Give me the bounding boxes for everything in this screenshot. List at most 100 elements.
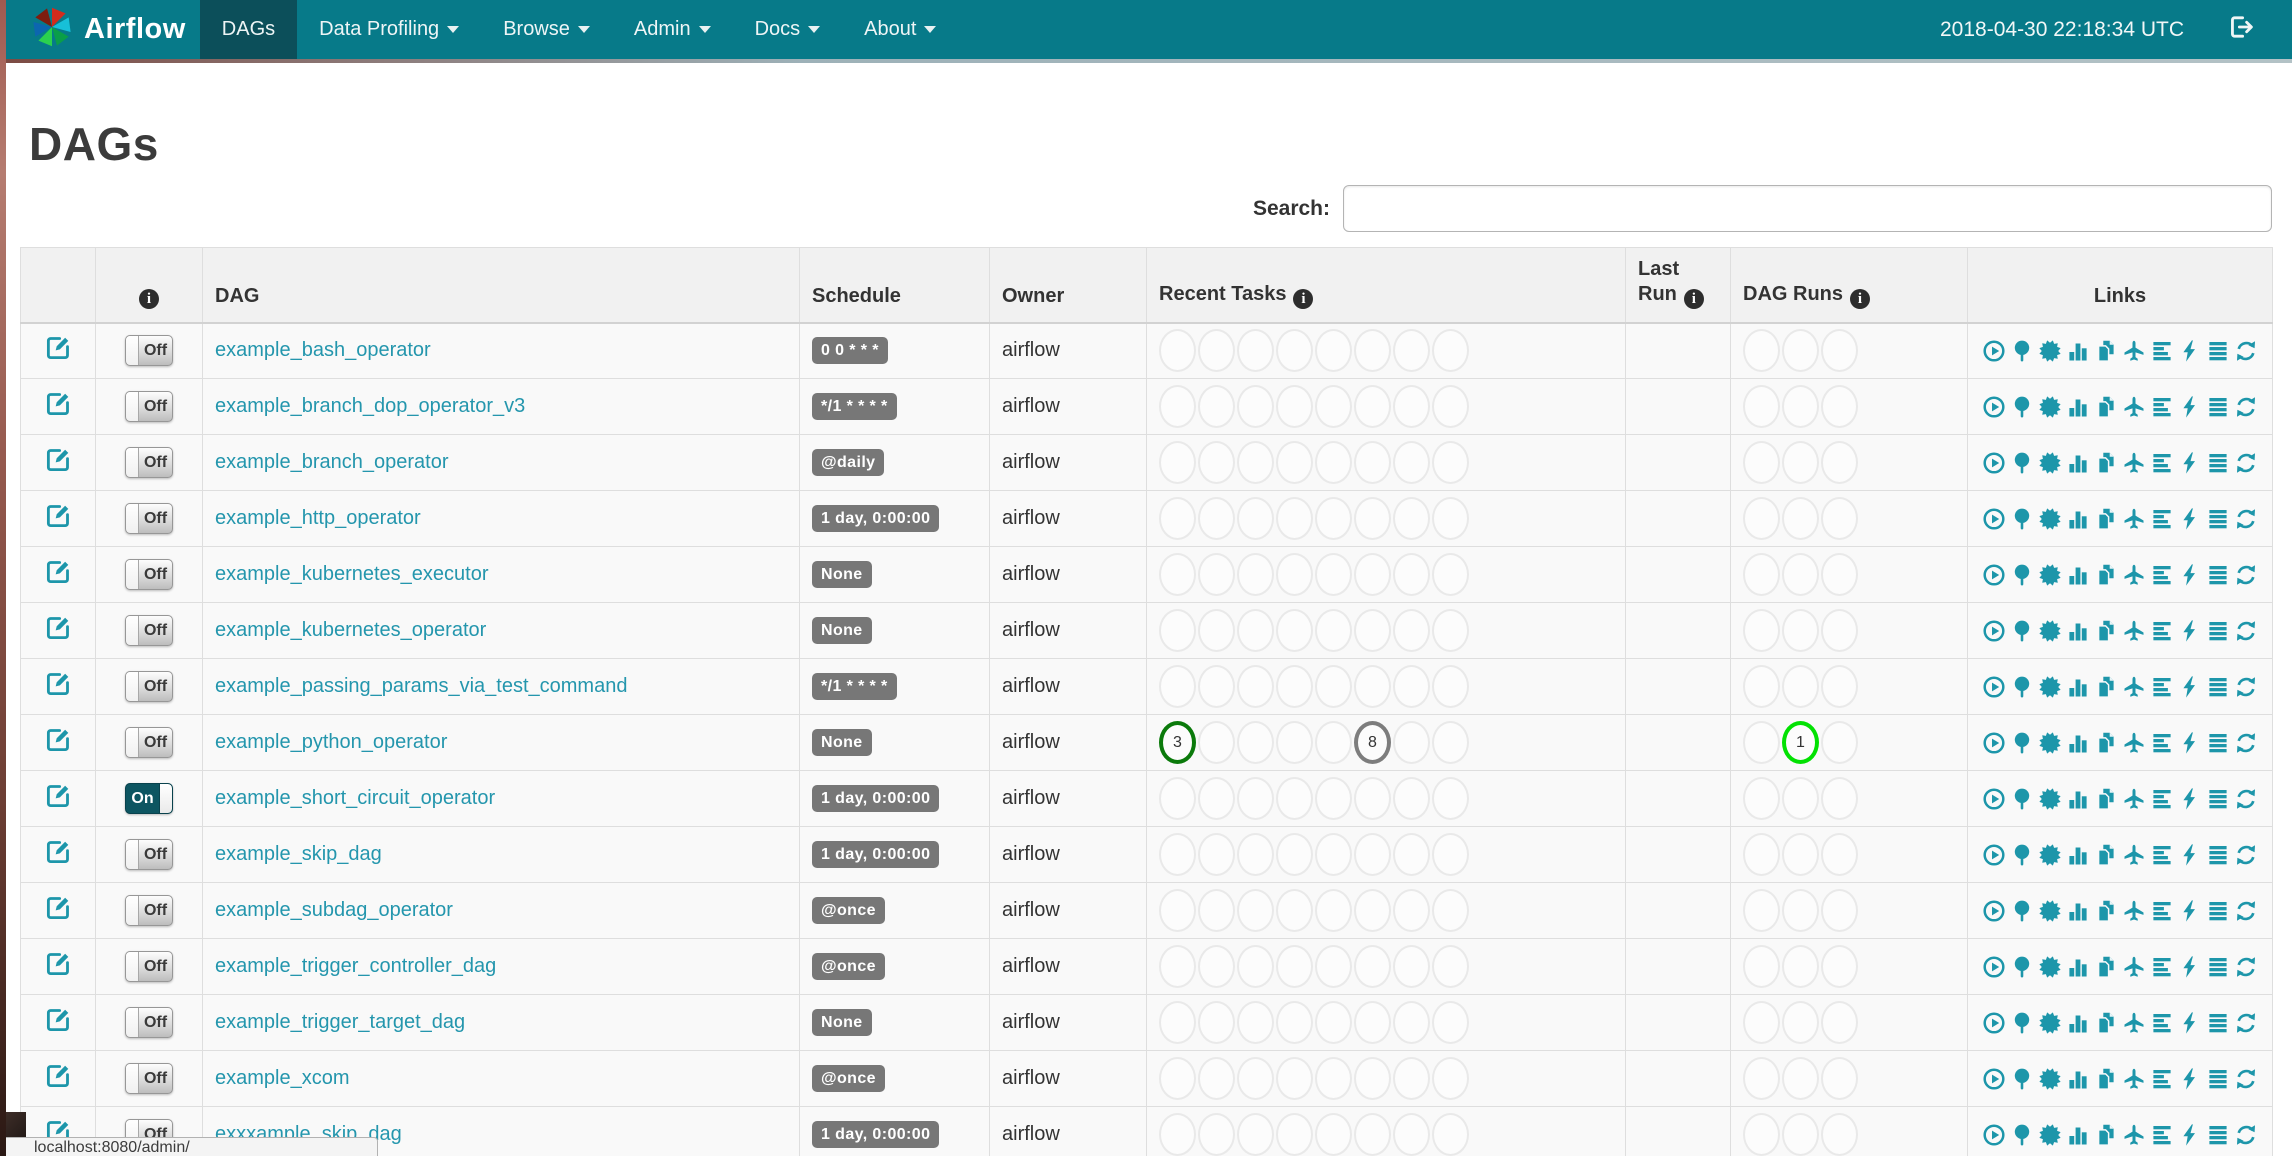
task-state-circle[interactable]	[1432, 497, 1469, 540]
task-state-circle[interactable]	[1159, 441, 1196, 484]
duration-icon[interactable]	[2066, 619, 2090, 643]
task-state-circle[interactable]	[1393, 609, 1430, 652]
dag-run-state-circle[interactable]	[1743, 777, 1780, 820]
schedule-badge[interactable]: */1 * * * *	[812, 673, 897, 700]
landing-times-icon[interactable]	[2122, 507, 2146, 531]
dag-run-state-circle[interactable]	[1743, 665, 1780, 708]
tree-icon[interactable]	[2010, 563, 2034, 587]
task-state-circle[interactable]	[1276, 553, 1313, 596]
dag-run-state-circle[interactable]	[1782, 945, 1819, 988]
tries-icon[interactable]	[2094, 619, 2118, 643]
schedule-badge[interactable]: @once	[812, 1065, 885, 1092]
schedule-badge[interactable]: 1 day, 0:00:00	[812, 841, 940, 868]
task-state-circle[interactable]	[1276, 889, 1313, 932]
task-state-circle[interactable]	[1432, 665, 1469, 708]
edit-dag-button[interactable]	[45, 502, 72, 535]
task-state-circle[interactable]: 3	[1159, 721, 1196, 764]
edit-dag-button[interactable]	[45, 670, 72, 703]
bolt-icon[interactable]	[2178, 675, 2202, 699]
play-circle-icon[interactable]	[1982, 731, 2006, 755]
schedule-badge[interactable]: 1 day, 0:00:00	[812, 785, 940, 812]
tries-icon[interactable]	[2094, 899, 2118, 923]
details-icon[interactable]	[2206, 1011, 2230, 1035]
dag-run-state-circle[interactable]	[1782, 1113, 1819, 1156]
tree-icon[interactable]	[2010, 1067, 2034, 1091]
dag-name-link[interactable]: example_kubernetes_executor	[215, 563, 489, 585]
duration-icon[interactable]	[2066, 395, 2090, 419]
gantt-icon[interactable]	[2150, 395, 2174, 419]
dag-run-state-circle[interactable]	[1743, 385, 1780, 428]
task-state-circle[interactable]	[1159, 777, 1196, 820]
dag-run-state-circle[interactable]	[1743, 553, 1780, 596]
task-state-circle[interactable]	[1237, 777, 1274, 820]
task-state-circle[interactable]	[1276, 329, 1313, 373]
details-icon[interactable]	[2206, 787, 2230, 811]
bolt-icon[interactable]	[2178, 563, 2202, 587]
task-state-circle[interactable]	[1315, 721, 1352, 764]
landing-times-icon[interactable]	[2122, 451, 2146, 475]
dag-name-link[interactable]: example_skip_dag	[215, 843, 382, 865]
task-state-circle[interactable]	[1393, 833, 1430, 876]
play-circle-icon[interactable]	[1982, 1067, 2006, 1091]
task-state-circle[interactable]	[1159, 945, 1196, 988]
task-state-circle[interactable]	[1393, 1113, 1430, 1156]
landing-times-icon[interactable]	[2122, 1011, 2146, 1035]
refresh-icon[interactable]	[2234, 451, 2258, 475]
tries-icon[interactable]	[2094, 731, 2118, 755]
duration-icon[interactable]	[2066, 843, 2090, 867]
task-state-circle[interactable]	[1315, 441, 1352, 484]
gantt-icon[interactable]	[2150, 563, 2174, 587]
tree-icon[interactable]	[2010, 955, 2034, 979]
task-state-circle[interactable]	[1159, 665, 1196, 708]
task-state-circle[interactable]	[1237, 665, 1274, 708]
task-state-circle[interactable]	[1237, 329, 1274, 373]
refresh-icon[interactable]	[2234, 563, 2258, 587]
task-state-circle[interactable]	[1237, 945, 1274, 988]
task-state-circle[interactable]	[1393, 441, 1430, 484]
dag-run-state-circle[interactable]	[1821, 329, 1858, 373]
schedule-badge[interactable]: None	[812, 1009, 872, 1036]
task-state-circle[interactable]	[1198, 889, 1235, 932]
tries-icon[interactable]	[2094, 787, 2118, 811]
logout-button[interactable]	[2228, 14, 2254, 46]
tree-icon[interactable]	[2010, 395, 2034, 419]
graph-icon[interactable]	[2038, 675, 2062, 699]
graph-icon[interactable]	[2038, 843, 2062, 867]
task-state-circle[interactable]	[1315, 833, 1352, 876]
graph-icon[interactable]	[2038, 619, 2062, 643]
schedule-badge[interactable]: None	[812, 729, 872, 756]
details-icon[interactable]	[2206, 619, 2230, 643]
duration-icon[interactable]	[2066, 955, 2090, 979]
dag-run-state-circle[interactable]	[1821, 777, 1858, 820]
task-state-circle[interactable]	[1159, 609, 1196, 652]
task-state-circle[interactable]	[1432, 777, 1469, 820]
task-state-circle[interactable]	[1354, 1113, 1391, 1156]
gantt-icon[interactable]	[2150, 899, 2174, 923]
dag-run-state-circle[interactable]	[1821, 945, 1858, 988]
task-state-circle[interactable]	[1276, 665, 1313, 708]
dag-run-state-circle[interactable]	[1743, 1057, 1780, 1100]
dag-run-state-circle[interactable]	[1782, 441, 1819, 484]
task-state-circle[interactable]	[1393, 553, 1430, 596]
details-icon[interactable]	[2206, 1123, 2230, 1147]
task-state-circle[interactable]	[1159, 1057, 1196, 1100]
graph-icon[interactable]	[2038, 395, 2062, 419]
duration-icon[interactable]	[2066, 563, 2090, 587]
dag-run-state-circle[interactable]	[1821, 441, 1858, 484]
dag-name-link[interactable]: example_bash_operator	[215, 339, 431, 361]
dag-run-state-circle[interactable]	[1821, 833, 1858, 876]
details-icon[interactable]	[2206, 339, 2230, 363]
tries-icon[interactable]	[2094, 507, 2118, 531]
dag-run-state-circle[interactable]	[1743, 721, 1780, 764]
task-state-circle[interactable]	[1432, 329, 1469, 373]
dag-run-state-circle[interactable]	[1782, 553, 1819, 596]
dag-run-state-circle[interactable]	[1821, 1057, 1858, 1100]
task-state-circle[interactable]	[1276, 833, 1313, 876]
task-state-circle[interactable]	[1432, 945, 1469, 988]
bolt-icon[interactable]	[2178, 899, 2202, 923]
tree-icon[interactable]	[2010, 1123, 2034, 1147]
landing-times-icon[interactable]	[2122, 731, 2146, 755]
graph-icon[interactable]	[2038, 451, 2062, 475]
task-state-circle[interactable]	[1198, 441, 1235, 484]
task-state-circle[interactable]	[1276, 945, 1313, 988]
